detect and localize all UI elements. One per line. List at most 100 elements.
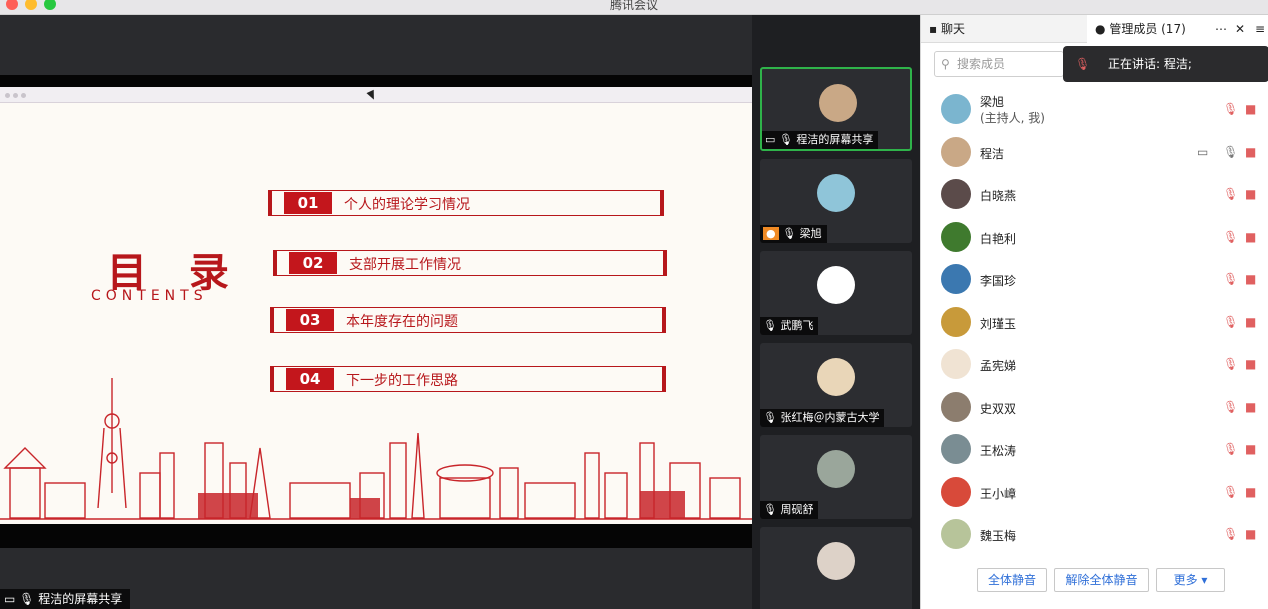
camera-off-icon[interactable]: ■	[1245, 272, 1261, 288]
avatar	[941, 476, 971, 507]
video-tile-name: ● 🎙 梁旭	[760, 225, 827, 243]
toc-label: 个人的理论学习情况	[344, 197, 470, 213]
member-row[interactable]: 程洁 ▭ 🎙 ■	[921, 132, 1268, 174]
speaking-text: 正在讲话: 程洁;	[1108, 57, 1192, 71]
mic-muted-icon[interactable]: 🎙	[1223, 442, 1239, 458]
title-bar: 腾讯会议	[0, 0, 1268, 15]
toc-number: 02	[289, 252, 337, 274]
meeting-window: 腾讯会议 目 录 CONTENTS 01 个人的理论学习情况 02 支部开展工作…	[0, 0, 1268, 609]
search-placeholder: 搜索成员	[957, 57, 1006, 71]
avatar	[941, 391, 971, 422]
camera-off-icon[interactable]: ■	[1245, 145, 1261, 161]
tab-chat-label: 聊天	[940, 22, 965, 36]
camera-off-icon[interactable]: ■	[1245, 357, 1261, 373]
avatar	[941, 306, 971, 337]
letterbox-top	[0, 75, 752, 87]
member-row[interactable]: 李国珍 🎙 ■	[921, 259, 1268, 301]
participant-name: 武鹏飞	[780, 319, 814, 332]
mic-muted-icon[interactable]: 🎙	[1223, 357, 1239, 373]
mic-muted-icon[interactable]: 🎙	[1223, 102, 1239, 118]
avatar	[941, 136, 971, 167]
toc-label: 支部开展工作情况	[349, 257, 461, 273]
mic-muted-icon[interactable]: 🎙	[1223, 315, 1239, 331]
camera-off-icon[interactable]: ■	[1245, 527, 1261, 543]
avatar	[817, 450, 855, 488]
video-tile[interactable]: ▭ 🎙 程洁的屏幕共享	[760, 67, 912, 151]
member-row[interactable]: 王小嶂 🎙 ■	[921, 472, 1268, 514]
mute-all-button[interactable]: 全体静音	[977, 568, 1047, 592]
video-tile-name: 🎙 张红梅＠内蒙古大学	[760, 409, 885, 427]
window-dot	[21, 93, 26, 98]
mic-muted-icon[interactable]: 🎙	[1223, 527, 1239, 543]
search-input[interactable]: ⚲ 搜索成员	[934, 51, 1064, 77]
camera-off-icon[interactable]: ■	[1245, 187, 1261, 203]
more-icon[interactable]: ⋯	[1215, 15, 1227, 43]
camera-off-icon[interactable]: ■	[1245, 230, 1261, 246]
toc-number: 01	[284, 192, 332, 214]
toc-label: 本年度存在的问题	[346, 314, 458, 330]
member-row[interactable]: 梁旭 (主持人, 我) 🎙 ■	[921, 89, 1268, 131]
mic-muted-icon[interactable]: 🎙	[1223, 272, 1239, 288]
mic-muted-icon[interactable]: 🎙	[1223, 230, 1239, 246]
member-role: (主持人, 我)	[980, 111, 1045, 125]
slide-subheading: CONTENTS	[91, 288, 208, 304]
avatar	[817, 266, 855, 304]
video-tile[interactable]: ● 🎙 梁旭	[760, 159, 912, 243]
participant-name: 周砚舒	[780, 503, 814, 516]
screen-share-label: 程洁的屏幕共享	[38, 592, 123, 606]
member-row[interactable]: 刘瑾玉 🎙 ■	[921, 302, 1268, 344]
person-icon: ●	[1095, 22, 1106, 36]
city-skyline-illustration	[0, 378, 752, 520]
camera-off-icon[interactable]: ■	[1245, 442, 1261, 458]
camera-off-icon[interactable]: ■	[1245, 400, 1261, 416]
avatar	[941, 264, 971, 294]
mic-muted-icon[interactable]: 🎙	[1223, 485, 1239, 501]
member-row[interactable]: 史双双 🎙 ■	[921, 387, 1268, 429]
avatar	[817, 542, 855, 580]
member-row[interactable]: 白艳利 🎙 ■	[921, 217, 1268, 259]
window-dot	[13, 93, 18, 98]
camera-off-icon[interactable]: ■	[1245, 485, 1261, 501]
avatar	[817, 174, 855, 212]
video-tile[interactable]: 🎙 张红梅＠内蒙古大学	[760, 343, 912, 427]
participant-name: 程洁的屏幕共享	[796, 133, 874, 146]
mic-muted-icon[interactable]: 🎙	[1223, 400, 1239, 416]
mic-muted-icon[interactable]: 🎙	[1223, 187, 1239, 203]
more-button[interactable]: 更多 ▾	[1156, 568, 1225, 592]
member-name: 程洁	[980, 146, 1005, 161]
toc-item: 01 个人的理论学习情况	[268, 190, 664, 216]
tab-members[interactable]: ● 管理成员 (17) ⋯ ✕ ≡	[1087, 15, 1268, 43]
member-name: 史双双	[980, 401, 1017, 416]
speaking-toast: 🎙 正在讲话: 程洁;	[1063, 46, 1268, 82]
avatar	[817, 358, 855, 396]
avatar	[941, 179, 971, 209]
member-name: 白晓燕	[980, 189, 1017, 203]
toc-item: 02 支部开展工作情况	[273, 250, 667, 276]
tab-chat[interactable]: ▪ 聊天	[921, 15, 1087, 43]
unmute-all-button[interactable]: 解除全体静音	[1054, 568, 1149, 592]
toc-item: 03 本年度存在的问题	[270, 307, 666, 333]
member-row[interactable]: 魏玉梅 🎙 ■	[921, 514, 1268, 556]
video-tile[interactable]: 🎙 武鹏飞	[760, 251, 912, 335]
member-row[interactable]: 白晓燕 🎙 ■	[921, 174, 1268, 216]
video-tile-name: ▭ 🎙 程洁的屏幕共享	[762, 131, 879, 149]
app-title: 腾讯会议	[609, 0, 658, 12]
host-icon: ●	[763, 227, 779, 240]
member-name: 孟宪娣	[980, 359, 1017, 373]
members-panel: ▪ 聊天 ● 管理成员 (17) ⋯ ✕ ≡ ⚲ 搜索成员 🎙 正在讲话: 程洁…	[920, 15, 1268, 609]
video-tile[interactable]	[760, 527, 912, 609]
camera-off-icon[interactable]: ■	[1245, 102, 1261, 118]
video-tile[interactable]: 🎙 周砚舒	[760, 435, 912, 519]
menu-icon[interactable]: ≡	[1255, 15, 1265, 43]
avatar	[941, 94, 971, 124]
member-row[interactable]: 孟宪娣 🎙 ■	[921, 344, 1268, 386]
avatar	[941, 519, 971, 549]
camera-off-icon[interactable]: ■	[1245, 315, 1261, 331]
member-row[interactable]: 王松涛 🎙 ■	[921, 429, 1268, 471]
member-name: 魏玉梅	[980, 529, 1017, 543]
avatar	[941, 221, 971, 252]
avatar	[941, 434, 971, 464]
close-icon[interactable]: ✕	[1235, 15, 1245, 43]
video-gallery[interactable]: ▭ 🎙 程洁的屏幕共享 ● 🎙 梁旭 🎙 武鹏飞 🎙 张红梅＠内蒙古大学 🎙 周…	[752, 15, 920, 609]
mic-icon[interactable]: 🎙	[1223, 145, 1239, 161]
